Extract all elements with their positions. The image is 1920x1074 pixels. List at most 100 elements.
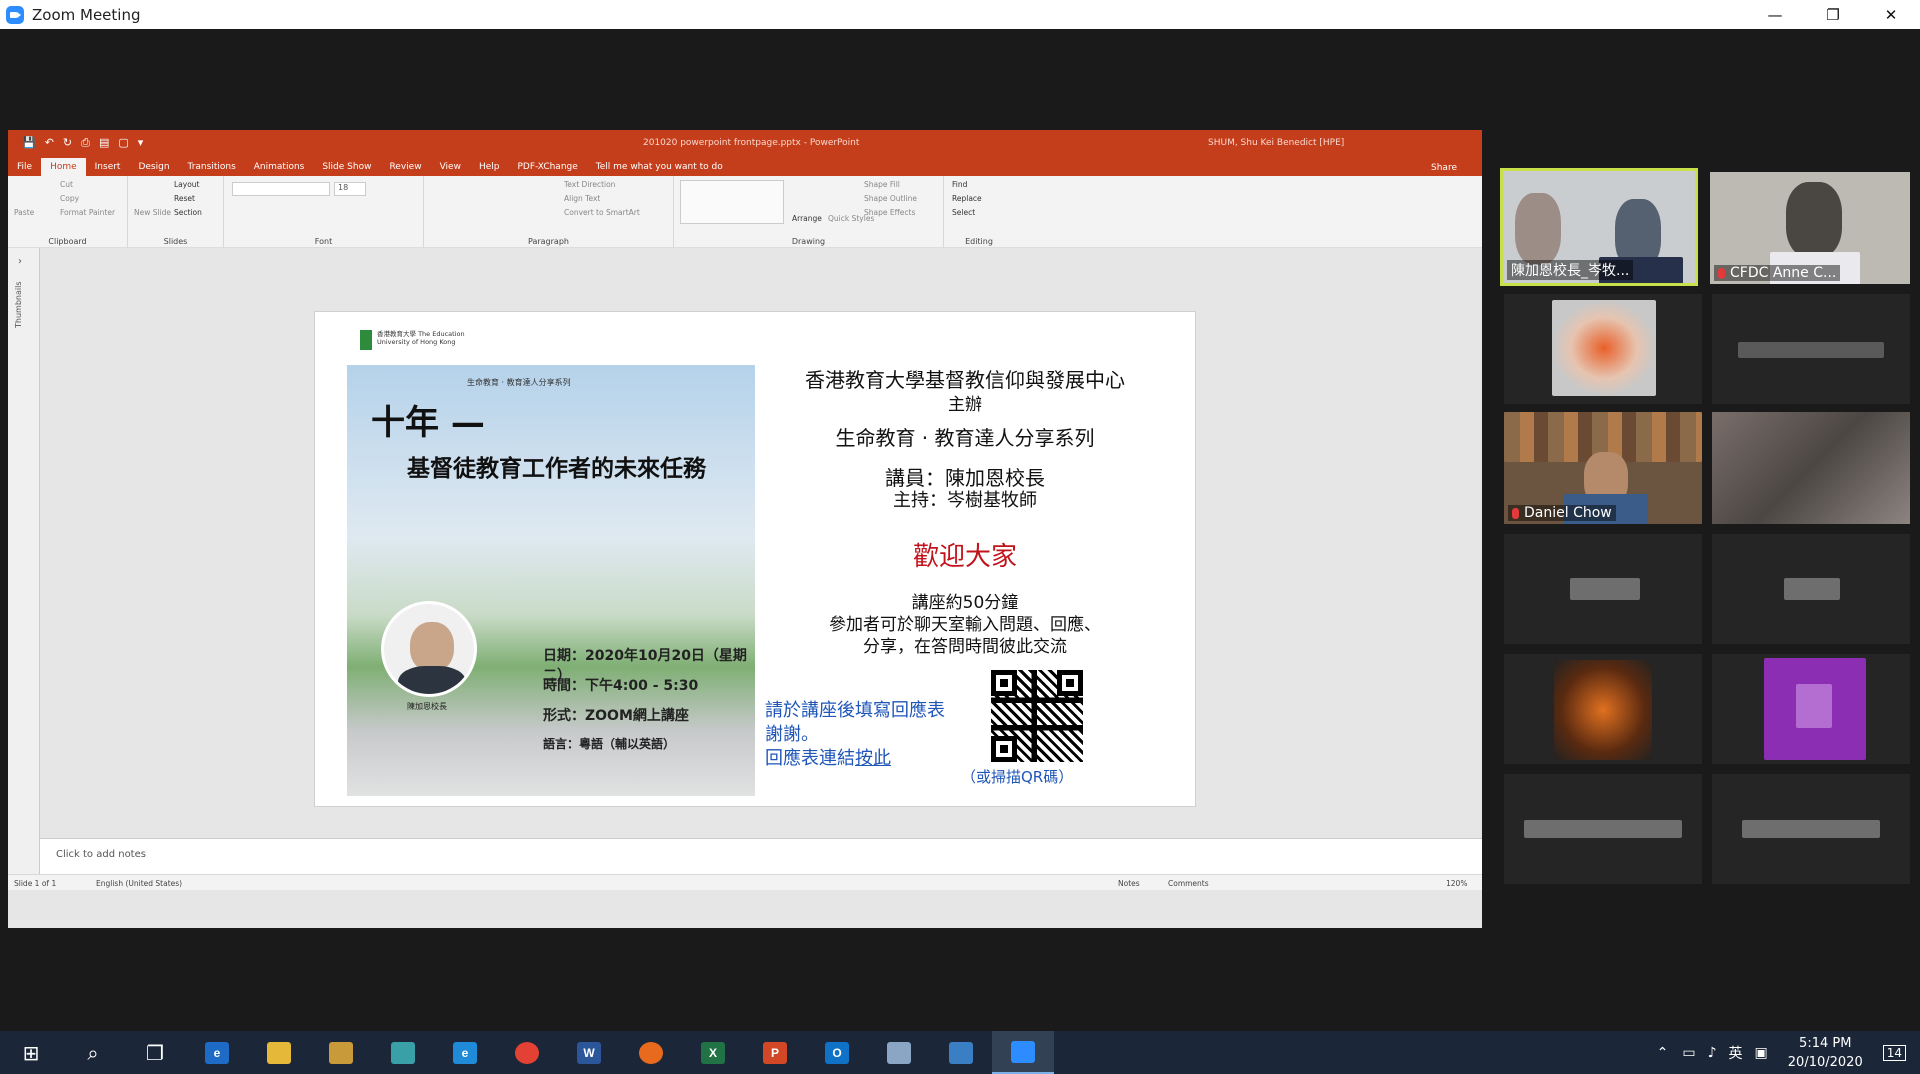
volume-icon[interactable]: ♪ xyxy=(1708,1045,1717,1061)
cut-button[interactable]: Cut xyxy=(60,180,73,189)
align-text-button[interactable]: Align Text xyxy=(564,194,600,203)
paste-button[interactable]: Paste xyxy=(14,208,34,217)
tray-chevron-icon[interactable]: ⌃ xyxy=(1657,1045,1669,1061)
tab-pdf-xchange[interactable]: PDF-XChange xyxy=(508,158,586,176)
participant-tile[interactable] xyxy=(1504,654,1702,764)
section-button[interactable]: Section xyxy=(174,208,202,217)
participant-tile[interactable] xyxy=(1712,774,1910,884)
taskbar-app[interactable] xyxy=(868,1031,930,1074)
notes-placeholder: Click to add notes xyxy=(56,849,146,860)
participant-tile[interactable] xyxy=(1504,294,1702,404)
copy-button[interactable]: Copy xyxy=(60,194,79,203)
tab-review[interactable]: Review xyxy=(380,158,430,176)
close-button[interactable]: ✕ xyxy=(1862,0,1920,29)
participant-tile[interactable] xyxy=(1504,774,1702,884)
arrange-button[interactable]: Arrange xyxy=(792,214,822,223)
taskbar-outlook[interactable]: O xyxy=(806,1031,868,1074)
notes-toggle[interactable]: Notes xyxy=(1118,879,1140,888)
taskbar-app[interactable] xyxy=(310,1031,372,1074)
share-button[interactable]: Share xyxy=(1422,159,1466,177)
shape-fill-button[interactable]: Shape Fill xyxy=(864,180,900,189)
font-name-box[interactable] xyxy=(232,182,330,196)
feedback-link[interactable]: 按此 xyxy=(855,748,891,769)
reset-button[interactable]: Reset xyxy=(174,194,195,203)
shape-outline-button[interactable]: Shape Outline xyxy=(864,194,917,203)
expand-thumbnails-icon[interactable]: › xyxy=(18,256,22,267)
taskbar-chrome[interactable] xyxy=(496,1031,558,1074)
task-view-button[interactable]: ❐ xyxy=(124,1031,186,1074)
participant-tile[interactable] xyxy=(1504,534,1702,644)
participant-tile[interactable] xyxy=(1712,412,1910,524)
notification-center[interactable]: 14 xyxy=(1882,1044,1906,1061)
slide-canvas[interactable]: 香港教育大學 The Education University of Hong … xyxy=(314,311,1196,807)
poster-format: 形式：ZOOM網上講座 xyxy=(543,708,689,724)
start-button[interactable]: ⊞ xyxy=(0,1031,62,1074)
taskbar-explorer[interactable] xyxy=(248,1031,310,1074)
font-size-box[interactable]: 18 xyxy=(334,182,366,196)
shapes-gallery[interactable] xyxy=(680,180,784,224)
search-button[interactable]: ⌕ xyxy=(62,1031,124,1074)
participant-tile[interactable] xyxy=(1712,294,1910,404)
tell-me-search[interactable]: Tell me what you want to do xyxy=(587,158,732,176)
tab-design[interactable]: Design xyxy=(129,158,178,176)
convert-smartart-button[interactable]: Convert to SmartArt xyxy=(564,208,640,217)
text-direction-button[interactable]: Text Direction xyxy=(564,180,615,189)
minimize-button[interactable]: — xyxy=(1746,0,1804,29)
tab-animations[interactable]: Animations xyxy=(245,158,314,176)
group-paragraph: Text Direction Align Text Convert to Sma… xyxy=(424,176,674,248)
participant-tile[interactable]: Daniel Chow xyxy=(1504,412,1702,524)
zoom-level[interactable]: 120% xyxy=(1446,879,1467,888)
taskbar-ie[interactable]: e xyxy=(434,1031,496,1074)
participant-tile[interactable] xyxy=(1712,534,1910,644)
select-button[interactable]: Select xyxy=(952,208,975,217)
clock[interactable]: 5:14 PM 20/10/2020 xyxy=(1788,1034,1863,1072)
group-drawing: Arrange Quick Styles Shape Fill Shape Ou… xyxy=(674,176,944,248)
notes-pane[interactable]: Click to add notes xyxy=(40,838,1482,874)
new-icon[interactable]: ▢ xyxy=(118,136,128,150)
group-clipboard: Paste Cut Copy Format Painter Clipboard xyxy=(8,176,128,248)
format-painter-button[interactable]: Format Painter xyxy=(60,208,115,217)
ime-indicator[interactable]: 英 xyxy=(1729,1043,1743,1063)
participant-tile[interactable]: CFDC Anne C... xyxy=(1710,172,1910,284)
taskbar-app[interactable] xyxy=(372,1031,434,1074)
taskbar-firefox[interactable] xyxy=(620,1031,682,1074)
shape-effects-button[interactable]: Shape Effects xyxy=(864,208,915,217)
taskbar-photos[interactable] xyxy=(930,1031,992,1074)
network-icon[interactable]: ▭ xyxy=(1682,1045,1695,1061)
new-slide-button[interactable]: New Slide xyxy=(134,208,171,217)
save-icon[interactable]: 💾 xyxy=(22,136,36,150)
tab-file[interactable]: File xyxy=(8,158,41,176)
replace-button[interactable]: Replace xyxy=(952,194,982,203)
eduhk-logo-text: 香港教育大學 The Education University of Hong … xyxy=(377,330,465,347)
tab-help[interactable]: Help xyxy=(470,158,509,176)
taskbar-word[interactable]: W xyxy=(558,1031,620,1074)
layout-button[interactable]: Layout xyxy=(174,180,200,189)
redo-icon[interactable]: ↻ xyxy=(63,136,72,150)
tab-transitions[interactable]: Transitions xyxy=(179,158,245,176)
tab-home[interactable]: Home xyxy=(41,158,86,176)
participant-tile[interactable] xyxy=(1712,654,1910,764)
ppt-user: SHUM, Shu Kei Benedict [HPE] xyxy=(1208,138,1345,148)
undo-icon[interactable]: ↶ xyxy=(45,136,54,150)
tab-slide-show[interactable]: Slide Show xyxy=(313,158,380,176)
participant-tile[interactable]: 陳加恩校長_岑牧... xyxy=(1500,168,1698,286)
customize-qat-icon[interactable]: ▾ xyxy=(138,136,144,150)
find-button[interactable]: Find xyxy=(952,180,967,189)
taskbar-edge[interactable]: e xyxy=(186,1031,248,1074)
app-icon xyxy=(391,1041,415,1064)
tab-insert[interactable]: Insert xyxy=(86,158,130,176)
tab-view[interactable]: View xyxy=(431,158,470,176)
language-indicator[interactable]: English (United States) xyxy=(96,879,182,888)
ime-mode-icon[interactable]: ▣ xyxy=(1755,1045,1768,1061)
chrome-icon xyxy=(515,1041,539,1064)
thumbnails-pane[interactable]: › Thumbnails xyxy=(8,248,40,874)
taskbar-excel[interactable]: X xyxy=(682,1031,744,1074)
print-icon[interactable]: ⎙ xyxy=(81,136,90,150)
comments-toggle[interactable]: Comments xyxy=(1168,879,1209,888)
ribbon-tabs: File Home Insert Design Transitions Anim… xyxy=(8,156,1482,176)
poster-title-2: 基督徒教育工作者的未來任務 xyxy=(407,456,706,482)
taskbar-zoom[interactable] xyxy=(992,1031,1054,1074)
open-icon[interactable]: ▤ xyxy=(99,136,109,150)
restore-button[interactable]: ❐ xyxy=(1804,0,1862,29)
taskbar-powerpoint[interactable]: P xyxy=(744,1031,806,1074)
